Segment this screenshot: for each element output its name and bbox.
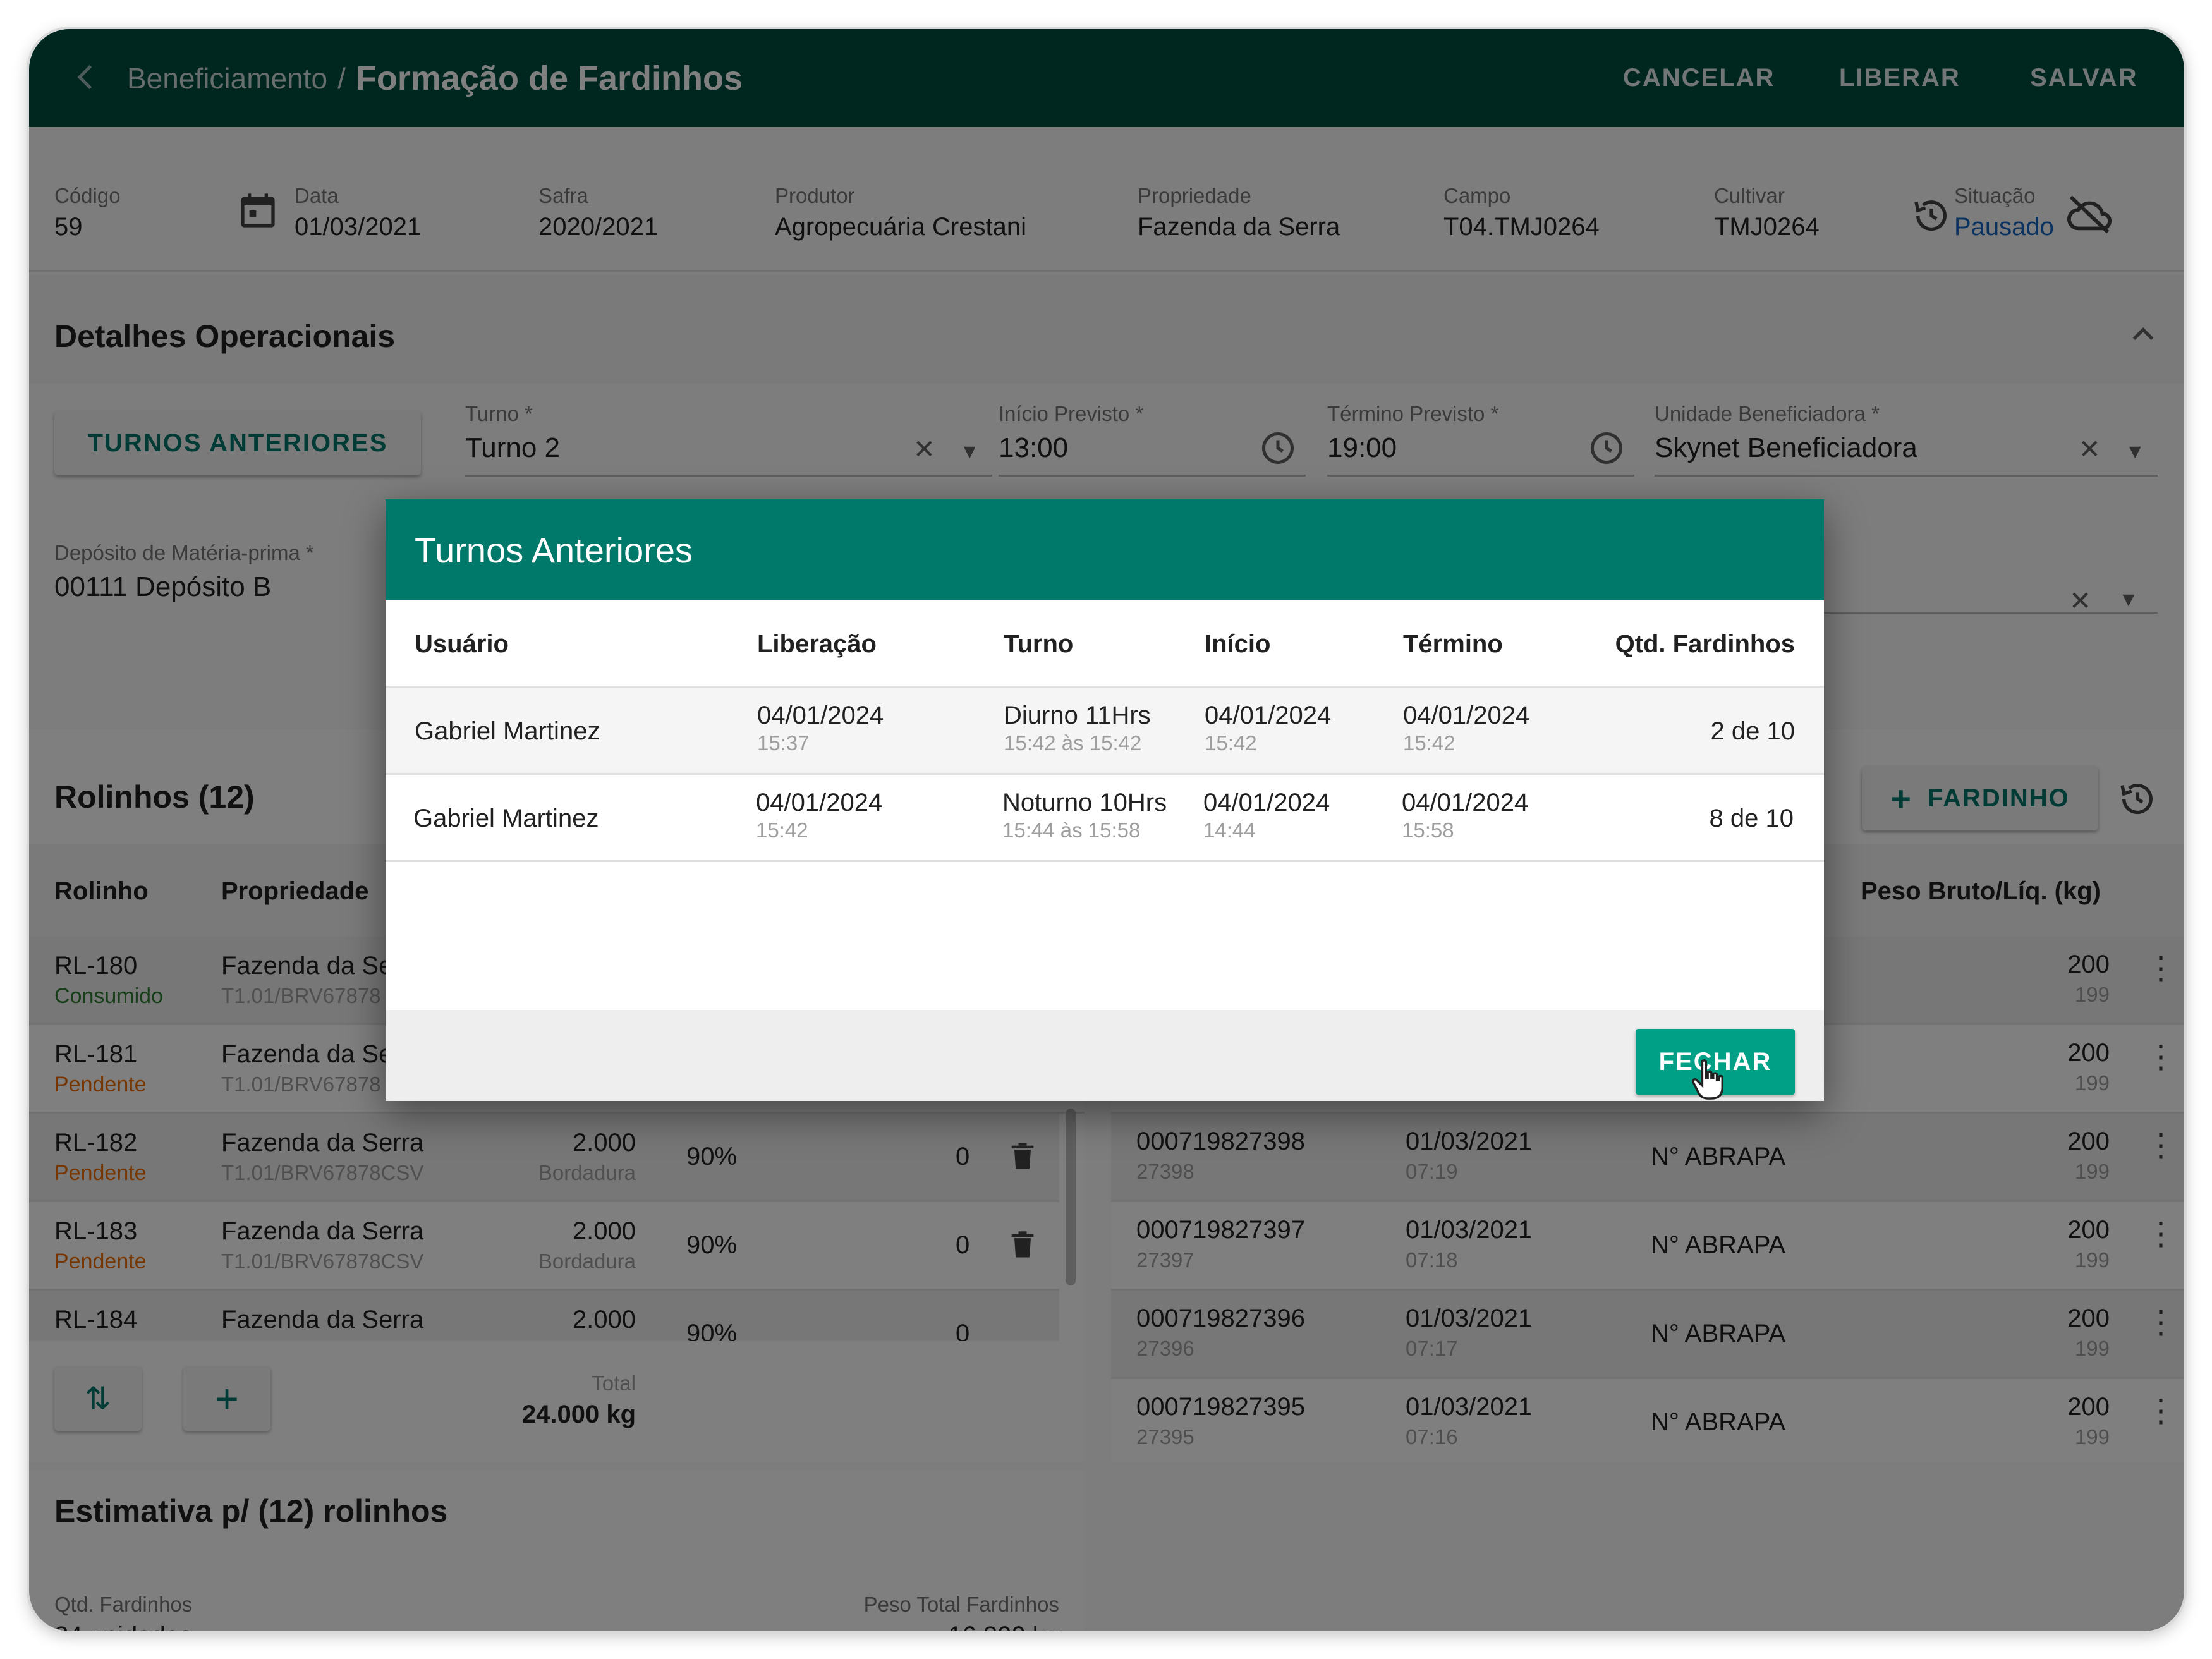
row-turno: Noturno 10Hrs <box>1002 789 1167 817</box>
row-inicio-data: 04/01/2024 <box>1205 702 1332 729</box>
hand-pointer-icon <box>1691 1059 1724 1100</box>
col-usuario[interactable]: Usuário <box>415 600 509 688</box>
row-termino-data: 04/01/2024 <box>1402 789 1529 817</box>
table-row[interactable]: Gabriel Martinez 04/01/2024 15:37 Diurno … <box>386 688 1824 775</box>
row-liberacao-data: 04/01/2024 <box>756 789 883 817</box>
row-inicio-hora: 14:44 <box>1203 818 1256 842</box>
dialog-title: Turnos Anteriores <box>386 499 1824 600</box>
row-liberacao-hora: 15:37 <box>757 731 810 755</box>
app-window: Beneficiamento / Formação de Fardinhos C… <box>29 29 2184 1631</box>
col-qtd-fardinhos[interactable]: Qtd. Fardinhos <box>1615 600 1795 688</box>
row-usuario: Gabriel Martinez <box>413 805 599 832</box>
col-turno[interactable]: Turno <box>1004 600 1073 688</box>
col-termino[interactable]: Término <box>1403 600 1503 688</box>
row-turno-horas: 15:42 às 15:42 <box>1004 731 1142 755</box>
row-liberacao-hora: 15:42 <box>756 818 808 842</box>
row-qtd: 8 de 10 <box>1709 805 1794 832</box>
row-usuario: Gabriel Martinez <box>415 717 600 745</box>
col-liberacao[interactable]: Liberação <box>757 600 877 688</box>
row-termino-data: 04/01/2024 <box>1403 702 1530 729</box>
row-turno: Diurno 11Hrs <box>1004 702 1151 729</box>
row-qtd: 2 de 10 <box>1710 717 1795 745</box>
row-inicio-data: 04/01/2024 <box>1203 789 1330 817</box>
turnos-anteriores-dialog: Turnos Anteriores Usuário Liberação Turn… <box>386 499 1824 1101</box>
row-termino-hora: 15:42 <box>1403 731 1455 755</box>
row-liberacao-data: 04/01/2024 <box>757 702 884 729</box>
row-turno-horas: 15:44 às 15:58 <box>1002 818 1141 842</box>
col-inicio[interactable]: Início <box>1205 600 1270 688</box>
table-row[interactable]: Gabriel Martinez 04/01/2024 15:42 Noturno… <box>386 775 1824 862</box>
row-termino-hora: 15:58 <box>1402 818 1454 842</box>
dialog-footer: FECHAR <box>386 1010 1824 1101</box>
row-inicio-hora: 15:42 <box>1205 731 1257 755</box>
dialog-table-header: Usuário Liberação Turno Início Término Q… <box>386 600 1824 688</box>
